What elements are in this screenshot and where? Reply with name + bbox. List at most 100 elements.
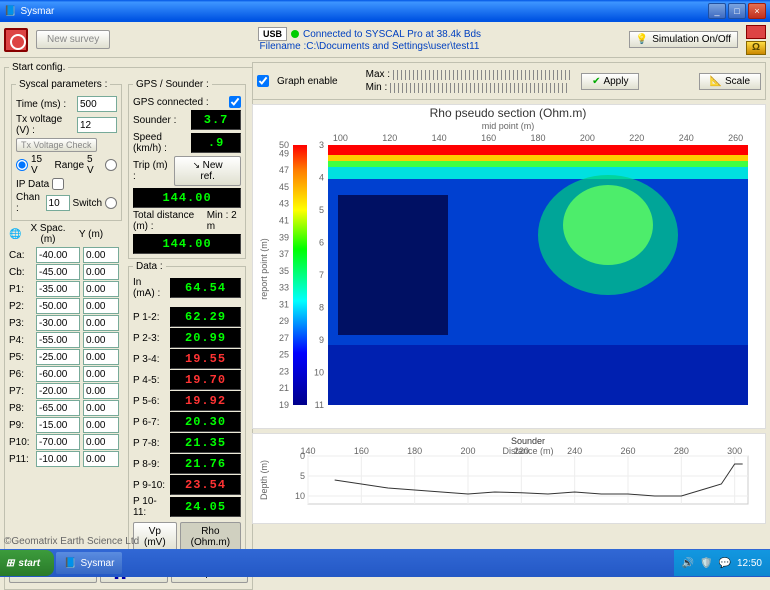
svg-text:100: 100 xyxy=(333,133,348,143)
param-y-input[interactable] xyxy=(83,417,119,433)
svg-text:0: 0 xyxy=(300,451,305,461)
param-y-input[interactable] xyxy=(83,434,119,450)
svg-text:4: 4 xyxy=(319,173,324,183)
power-button[interactable] xyxy=(4,28,28,52)
svg-text:19: 19 xyxy=(279,400,289,410)
pair-label: P 4-5: xyxy=(133,375,167,386)
taskbar-app-button[interactable]: 📘Sysmar xyxy=(56,552,122,574)
param-label: P1: xyxy=(9,284,33,295)
param-y-input[interactable] xyxy=(83,332,119,348)
param-x-input[interactable] xyxy=(36,451,80,467)
taskbar: ⊞start 📘Sysmar 🔊 🛡️ 💬 12:50 xyxy=(0,549,770,577)
param-y-input[interactable] xyxy=(83,366,119,382)
chan-input[interactable] xyxy=(46,195,70,211)
svg-text:300: 300 xyxy=(727,446,742,456)
param-x-input[interactable] xyxy=(36,247,80,263)
toolbar: New survey USB Connected to SYSCAL Pro a… xyxy=(0,22,770,58)
param-x-input[interactable] xyxy=(36,332,80,348)
rho-button[interactable]: Rho (Ohm.m) xyxy=(180,522,241,552)
minimize-button[interactable]: _ xyxy=(708,3,726,19)
param-y-input[interactable] xyxy=(83,315,119,331)
param-y-input[interactable] xyxy=(83,349,119,365)
pair-display: 21.76 xyxy=(170,454,241,474)
system-tray[interactable]: 🔊 🛡️ 💬 12:50 xyxy=(674,550,770,576)
rho-chart: Rho pseudo section (Ohm.m)mid point (m)1… xyxy=(252,104,766,429)
svg-text:33: 33 xyxy=(279,283,289,293)
svg-text:280: 280 xyxy=(674,446,689,456)
svg-text:23: 23 xyxy=(279,366,289,376)
pair-label: P 8-9: xyxy=(133,459,167,470)
svg-text:50: 50 xyxy=(279,140,289,150)
time-input[interactable] xyxy=(77,96,117,112)
title-bar: 📘 Sysmar _ □ × xyxy=(0,0,770,22)
svg-text:Sounder: Sounder xyxy=(511,436,545,446)
pair-label: P 1-2: xyxy=(133,312,167,323)
start-config-group: Start config. Syscal parameters : Time (… xyxy=(4,62,253,590)
apply-button[interactable]: ✔Apply xyxy=(581,73,639,90)
maximize-button[interactable]: □ xyxy=(728,3,746,19)
param-y-input[interactable] xyxy=(83,298,119,314)
param-x-input[interactable] xyxy=(36,434,80,450)
param-y-input[interactable] xyxy=(83,451,119,467)
start-menu-button[interactable]: ⊞start xyxy=(0,550,54,576)
pair-display: 20.99 xyxy=(170,328,241,348)
tx-voltage-label: Tx voltage (V) : xyxy=(16,114,74,136)
svg-text:240: 240 xyxy=(679,133,694,143)
sounder-display: 3.7 xyxy=(191,110,241,130)
svg-text:47: 47 xyxy=(279,165,289,175)
param-x-input[interactable] xyxy=(36,264,80,280)
pair-label: P 9-10: xyxy=(133,480,167,491)
syscal-params-group: Syscal parameters : Time (ms) : Tx volta… xyxy=(11,79,122,221)
max-slider[interactable] xyxy=(393,70,573,80)
pair-display: 21.35 xyxy=(170,433,241,453)
param-y-input[interactable] xyxy=(83,247,119,263)
param-label: P7: xyxy=(9,386,33,397)
simulation-button[interactable]: 💡 Simulation On/Off xyxy=(629,31,738,48)
param-x-input[interactable] xyxy=(36,349,80,365)
param-x-input[interactable] xyxy=(36,417,80,433)
param-x-input[interactable] xyxy=(36,383,80,399)
pair-label: P 2-3: xyxy=(133,333,167,344)
gps-connected-checkbox[interactable] xyxy=(229,96,241,108)
svg-text:10: 10 xyxy=(295,491,305,501)
close-button[interactable]: × xyxy=(748,3,766,19)
vp-button[interactable]: Vp (mV) xyxy=(133,522,177,552)
svg-text:180: 180 xyxy=(530,133,545,143)
5v-radio[interactable] xyxy=(105,159,117,171)
switch-radio[interactable] xyxy=(105,197,117,209)
svg-text:200: 200 xyxy=(580,133,595,143)
scale-button[interactable]: 📐Scale xyxy=(699,73,761,90)
param-x-input[interactable] xyxy=(36,298,80,314)
param-y-input[interactable] xyxy=(83,383,119,399)
param-x-input[interactable] xyxy=(36,366,80,382)
svg-text:220: 220 xyxy=(514,446,529,456)
tx-voltage-check-button[interactable]: Tx Voltage Check xyxy=(16,138,97,152)
param-x-input[interactable] xyxy=(36,400,80,416)
svg-text:6: 6 xyxy=(319,238,324,248)
min-slider[interactable] xyxy=(390,83,570,93)
graph-enable-checkbox[interactable] xyxy=(257,75,269,87)
red-indicator-button[interactable] xyxy=(746,25,766,39)
app-icon: 📘 xyxy=(4,6,16,17)
param-x-input[interactable] xyxy=(36,315,80,331)
svg-text:160: 160 xyxy=(481,133,496,143)
tray-icon[interactable]: 💬 xyxy=(719,558,731,569)
svg-text:37: 37 xyxy=(279,249,289,259)
pair-label: P 3-4: xyxy=(133,354,167,365)
param-y-input[interactable] xyxy=(83,281,119,297)
filename-path: C:\Documents and Settings\user\test11 xyxy=(306,41,479,52)
15v-radio[interactable] xyxy=(16,159,28,171)
new-ref-button[interactable]: ↘ New ref. xyxy=(174,156,241,186)
tray-icon[interactable]: 🛡️ xyxy=(700,558,712,569)
tx-voltage-input[interactable] xyxy=(77,117,117,133)
ip-data-checkbox[interactable] xyxy=(52,178,64,190)
param-y-input[interactable] xyxy=(83,400,119,416)
param-x-input[interactable] xyxy=(36,281,80,297)
tray-icon[interactable]: 🔊 xyxy=(682,558,694,569)
param-y-input[interactable] xyxy=(83,264,119,280)
connection-status: Connected to SYSCAL Pro at 38.4k Bds xyxy=(303,29,481,40)
ohm-button[interactable]: Ω xyxy=(746,41,766,55)
param-label: P11: xyxy=(9,454,33,465)
new-survey-button[interactable]: New survey xyxy=(36,30,110,49)
svg-text:120: 120 xyxy=(382,133,397,143)
